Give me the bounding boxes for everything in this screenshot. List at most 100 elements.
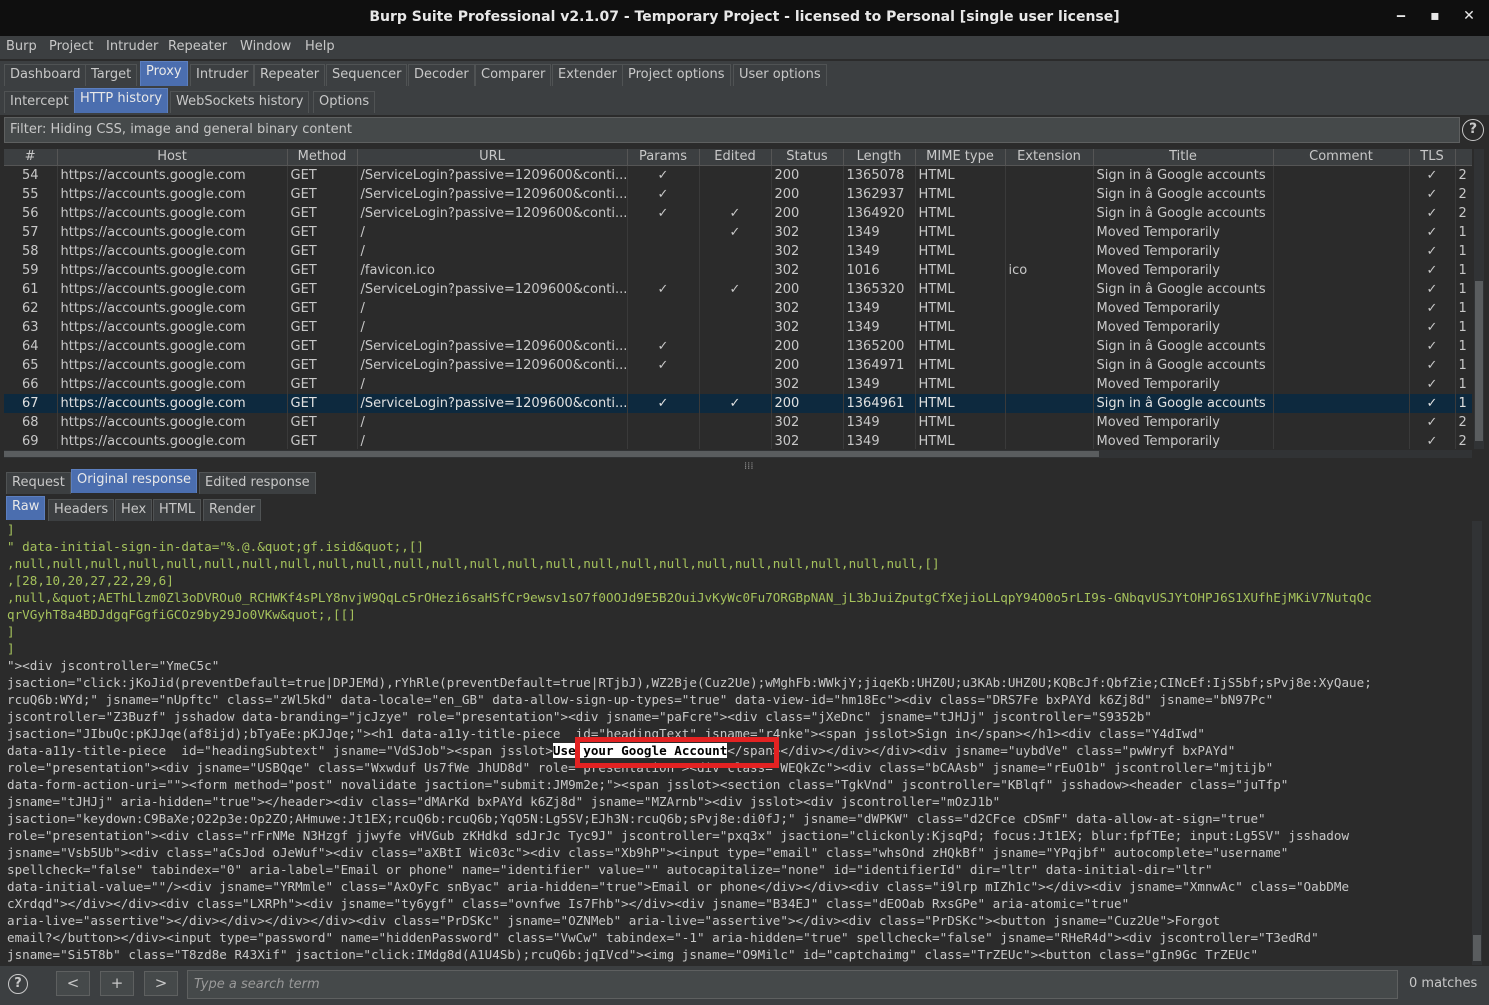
tab-target[interactable]: Target [85,64,138,86]
cell-params: ✓ [627,184,700,204]
tab-comparer[interactable]: Comparer [475,64,552,86]
cell-tls: ✓ [1409,279,1456,299]
cell-extra: 2 [1455,431,1472,449]
cell-comment [1273,336,1410,356]
column-header[interactable]: Extension [1005,149,1094,166]
table-vertical-scrollbar[interactable] [1474,149,1484,449]
tab-dashboard[interactable]: Dashboard [4,64,87,86]
table-horizontal-scrollbar[interactable] [4,450,1472,458]
tab-repeater[interactable]: Repeater [254,64,326,86]
column-header[interactable]: MIME type [915,149,1006,166]
tab-sequencer[interactable]: Sequencer [326,64,408,86]
cell-ext [1005,222,1094,242]
maximize-icon[interactable]: ▪ [1424,8,1446,28]
minimize-icon[interactable]: ‒ [1390,8,1412,28]
table-row[interactable]: 64 https://accounts.google.com GET/Service… [4,336,1472,356]
close-icon[interactable]: ✕ [1458,8,1480,28]
cell-url: / [357,298,628,318]
scrollbar-thumb[interactable] [1475,281,1483,441]
scrollbar-thumb[interactable] [1473,935,1481,961]
tab-proxy[interactable]: Proxy [140,61,188,86]
table-row[interactable]: 55 https://accounts.google.com GET/Service… [4,184,1472,204]
tab-request[interactable]: Request [6,472,71,494]
window-title: Burp Suite Professional v2.1.07 - Tempor… [369,9,1120,25]
table-row[interactable]: 66 https://accounts.google.com GET/ 302 1349… [4,374,1472,394]
tab-websockets-history[interactable]: WebSockets history [170,91,310,113]
column-header[interactable]: Status [771,149,844,166]
menu-intruder[interactable]: Intruder [106,39,158,54]
tab-original-response[interactable]: Original response [71,469,198,493]
tab-html[interactable]: HTML [153,499,202,521]
menu-repeater[interactable]: Repeater [168,39,227,54]
cell-title: Moved Temporarily [1093,431,1274,449]
tab-http-history[interactable]: HTTP history [74,88,169,113]
table-row[interactable]: 69 https://accounts.google.com GET/ 302 1349… [4,431,1472,449]
tab-hex[interactable]: Hex [115,499,153,521]
table-row[interactable]: 65 https://accounts.google.com GET/Service… [4,355,1472,375]
tab-render[interactable]: Render [203,499,262,521]
tab-user-options[interactable]: User options [733,64,827,86]
tab-project-options[interactable]: Project options [622,64,731,86]
table-row[interactable]: 68 https://accounts.google.com GET/ 302 1349… [4,412,1472,432]
table-row[interactable]: 67 https://accounts.google.com GET/Service… [4,393,1472,413]
table-row[interactable]: 56 https://accounts.google.com GET/Service… [4,203,1472,223]
add-search-button[interactable]: + [100,971,134,996]
column-header[interactable]: Title [1093,149,1274,166]
column-header[interactable]: Host [57,149,288,166]
help-icon[interactable]: ? [8,974,28,994]
column-header[interactable]: Method [287,149,358,166]
cell-url: /ServiceLogin?passive=1209600&conti... [357,184,628,204]
menu-project[interactable]: Project [49,39,93,54]
menu-help[interactable]: Help [305,39,335,54]
cell-method: GET [287,393,358,413]
search-input[interactable] [188,971,1397,998]
cell-n: 63 [4,317,58,337]
tab-edited-response[interactable]: Edited response [199,472,316,494]
cell-tls: ✓ [1409,241,1456,261]
table-row[interactable]: 63 https://accounts.google.com GET/ 302 1349… [4,317,1472,337]
next-match-button[interactable]: > [144,971,178,996]
filter-bar[interactable]: Filter: Hiding CSS, image and general bi… [4,117,1460,143]
column-header[interactable]: Edited [699,149,772,166]
tab-proxy-options[interactable]: Options [313,91,376,113]
column-header[interactable]: # [4,149,58,166]
cell-mime: HTML [915,260,1006,280]
cell-mime: HTML [915,279,1006,299]
column-header[interactable]: Length [843,149,916,166]
table-row[interactable]: 58 https://accounts.google.com GET/ 302 1349… [4,241,1472,261]
cell-status: 200 [771,203,844,223]
tab-intruder[interactable]: Intruder [190,64,255,86]
table-row[interactable]: 57 https://accounts.google.com GET / ✓ 302 134… [4,222,1472,242]
cell-title: Moved Temporarily [1093,412,1274,432]
code-line: jsaction="click:jKoJid(preventDefault=tr… [7,675,1372,690]
table-row[interactable]: 62 https://accounts.google.com GET/ 302 1349… [4,298,1472,318]
cell-n: 58 [4,241,58,261]
tab-extender[interactable]: Extender [552,64,623,86]
table-row[interactable]: 54 https://accounts.google.com GET/Service… [4,165,1472,185]
tab-raw[interactable]: Raw [6,496,46,520]
previous-match-button[interactable]: < [56,971,90,996]
cell-params [627,222,700,242]
editor-vertical-scrollbar[interactable] [1472,521,1482,965]
cell-method: GET [287,374,358,394]
tab-headers[interactable]: Headers [48,499,115,521]
column-header[interactable]: TLS [1409,149,1456,166]
column-header[interactable]: Comment [1273,149,1410,166]
column-header[interactable]: Params [627,149,700,166]
cell-comment [1273,260,1410,280]
table-row[interactable]: 59 https://accounts.google.com GET/favicon… [4,260,1472,280]
help-icon[interactable]: ? [1462,119,1484,141]
tab-decoder[interactable]: Decoder [408,64,475,86]
menu-burp[interactable]: Burp [6,39,37,54]
cell-status: 302 [771,317,844,337]
cell-length: 1349 [843,317,916,337]
table-header: # Host Method URL Params Edited Status L… [4,149,1472,166]
table-row[interactable]: 61 https://accounts.google.com GET/Service… [4,279,1472,299]
scrollbar-thumb[interactable] [4,451,1099,457]
cell-url: / [357,222,628,242]
tab-intercept[interactable]: Intercept [4,91,75,113]
column-header[interactable] [1455,149,1472,166]
column-header[interactable]: URL [357,149,628,166]
search-field[interactable] [187,970,1398,999]
menu-window[interactable]: Window [240,39,291,54]
